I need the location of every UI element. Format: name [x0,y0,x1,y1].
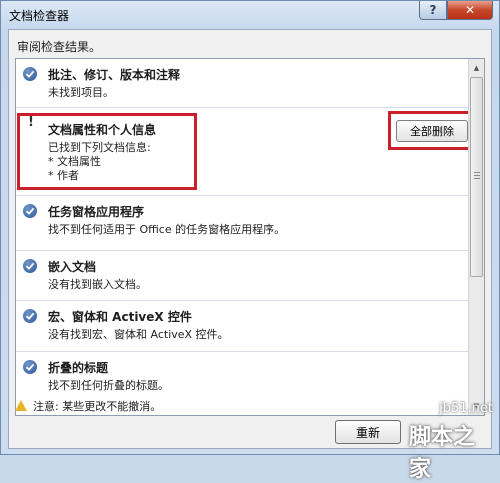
result-detail: 没有找到宏、窗体和 ActiveX 控件。 [48,328,229,341]
results-scrollbar[interactable]: ▲ ▼ [468,59,484,415]
site-watermark: jb51.net 脚本之家 [409,401,500,482]
dialog-subtitle: 审阅检查结果。 [17,40,102,54]
grip-line [474,175,480,176]
result-detail: 找不到任何适用于 Office 的任务窗格应用程序。 [48,223,286,236]
result-item-macros: 宏、窗体和 ActiveX 控件 没有找到宏、窗体和 ActiveX 控件。 [16,301,468,352]
check-icon [23,204,37,218]
document-inspector-dialog: 文档检查器 ? ✕ 审阅检查结果。 批注、修订、版本和注释 未找到项目。 ! 文… [0,0,500,482]
result-detail: 未找到项目。 [48,86,114,99]
check-icon [23,360,37,374]
result-title: 宏、窗体和 ActiveX 控件 [48,310,192,324]
result-title: 批注、修订、版本和注释 [48,68,181,82]
watermark-name: 脚本之家 [409,425,476,482]
scrollbar-thumb[interactable] [470,77,483,277]
check-icon [23,67,37,81]
highlight-box-button [388,111,473,150]
scroll-up-icon[interactable]: ▲ [470,60,483,76]
results-list: 批注、修订、版本和注释 未找到项目。 ! 文档属性和个人信息 已找到下列文档信息… [15,58,485,416]
dialog-body: 审阅检查结果。 批注、修订、版本和注释 未找到项目。 ! 文档属性和个人信息 已… [8,29,492,449]
result-detail: 没有找到嵌入文档。 [48,278,147,291]
grip-line [474,172,480,173]
undo-warning: 注意: 某些更改不能撤消。 [15,398,161,414]
undo-warning-text: 注意: 某些更改不能撤消。 [33,400,162,413]
check-icon [23,259,37,273]
check-icon [23,309,37,323]
result-item-properties: ! 文档属性和个人信息 已找到下列文档信息: * 文档属性 * 作者 全部删除 [16,108,473,196]
result-title: 任务窗格应用程序 [48,205,145,219]
title-bar[interactable]: 文档检查器 ? ✕ [1,1,499,29]
result-item-comments: 批注、修订、版本和注释 未找到项目。 [16,59,468,108]
result-item-task-pane: 任务窗格应用程序 找不到任何适用于 Office 的任务窗格应用程序。 [16,196,468,251]
result-item-embedded: 嵌入文档 没有找到嵌入文档。 [16,251,468,301]
close-icon: ✕ [464,3,476,17]
result-title: 折叠的标题 [48,361,109,375]
result-detail: 找不到任何折叠的标题。 [48,379,169,392]
window-title: 文档检查器 [9,9,70,23]
close-button[interactable]: ✕ [447,1,493,20]
result-title: 嵌入文档 [48,260,97,274]
help-button[interactable]: ? [419,1,447,20]
grip-line [474,178,480,179]
watermark-site: jb51.net [439,401,493,416]
reinspect-button[interactable]: 重新 [335,420,401,444]
highlight-box-info [17,113,197,190]
warning-icon [15,400,27,411]
help-icon: ? [429,3,437,17]
